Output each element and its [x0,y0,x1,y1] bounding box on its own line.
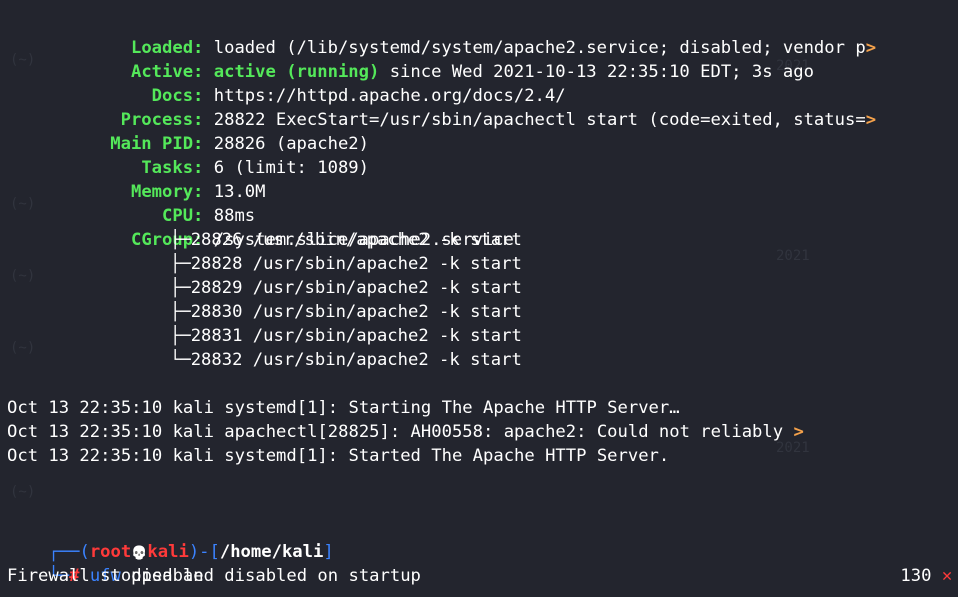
status-row-tasks: Tasks: 6 (limit: 1089) [7,132,369,178]
process-entry: ├─28830 /usr/sbin/apache2 -k start [170,302,522,322]
terminal-window[interactable]: (~) (~) (~) (~) (~) 2021 2021 2021 Loade… [0,0,958,597]
truncation-marker: > [865,110,877,130]
process-entry: ├─28826 /usr/sbin/apache2 -k start [170,230,522,250]
exit-status: 130 ✕ [859,540,952,586]
cgroup-tree-item: ├─28831 /usr/sbin/apache2 -k start [7,324,522,348]
command-line[interactable]: └─# ufw disable [7,540,203,586]
journal-text: Oct 13 22:35:10 kali systemd[1]: Startin… [7,398,680,418]
journal-line: Oct 13 22:35:10 kali systemd[1]: Startin… [7,396,680,420]
cgroup-tree-item: └─28832 /usr/sbin/apache2 -k start [7,348,522,372]
cgroup-tree-item: ├─28830 /usr/sbin/apache2 -k start [7,300,522,324]
status-row-loaded: Loaded: loaded (/lib/systemd/system/apac… [7,12,876,58]
status-row-cpu: CPU: 88ms [7,180,255,226]
prompt-frame-end: ] [323,542,334,562]
journal-text: Oct 13 22:35:10 kali systemd[1]: Started… [7,446,670,466]
status-row-docs: Docs: https://httpd.apache.org/docs/2.4/ [7,60,566,106]
truncation-marker: > [865,38,877,58]
process-entry: ├─28828 /usr/sbin/apache2 -k start [170,254,522,274]
ghost-tilde-5: (~) [10,484,36,500]
process-entry: ├─28831 /usr/sbin/apache2 -k start [170,326,522,346]
process-entry: ├─28829 /usr/sbin/apache2 -k start [170,278,522,298]
status-row-cgroup: CGroup: /system.slice/apache2.service [7,204,514,250]
command-output: Firewall stopped and disabled on startup [7,564,421,588]
journal-text: Oct 13 22:35:10 kali apachectl[28825]: A… [7,422,794,442]
journal-line: Oct 13 22:35:10 kali systemd[1]: Started… [7,444,669,468]
status-row-memory: Memory: 13.0M [7,156,266,202]
truncation-marker: > [793,422,804,442]
prompt-header: ┌──(root💀kali)-[/home/kali] [7,516,333,562]
error-x-icon: ✕ [941,566,953,586]
process-entry: └─28832 /usr/sbin/apache2 -k start [170,350,522,370]
cgroup-tree-item: ├─28828 /usr/sbin/apache2 -k start [7,252,522,276]
cgroup-tree-item: ├─28826 /usr/sbin/apache2 -k start [7,228,522,252]
status-row-process: Process: 28822 ExecStart=/usr/sbin/apach… [7,84,876,130]
cgroup-tree-item: ├─28829 /usr/sbin/apache2 -k start [7,276,522,300]
status-row-main-pid: Main PID: 28826 (apache2) [7,108,369,154]
journal-line: Oct 13 22:35:10 kali apachectl[28825]: A… [7,420,804,444]
prompt-path: /home/kali [219,542,324,562]
ghost-year-2: 2021 [776,248,810,264]
exit-code: 130 [900,566,932,586]
output-text: Firewall stopped and disabled on startup [7,566,421,586]
status-row-active: Active: active (running) since Wed 2021-… [7,36,814,82]
